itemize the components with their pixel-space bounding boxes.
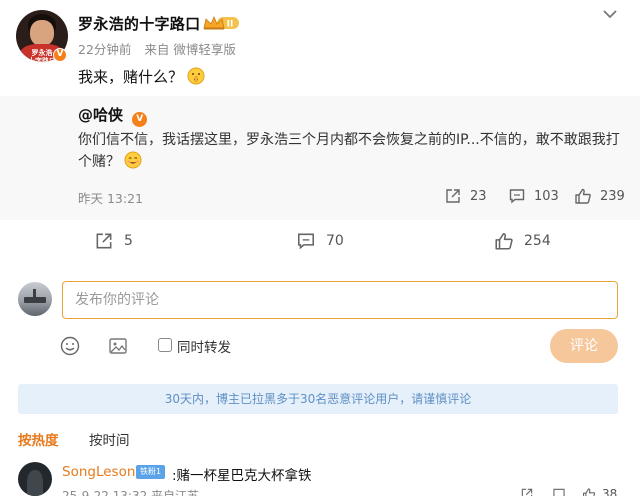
crown-badge-icon: II — [203, 15, 239, 31]
verified-badge-small: V — [132, 112, 148, 127]
comment-icon[interactable] — [552, 487, 566, 496]
fan-badge-label: 铁粉1 — [140, 467, 162, 476]
emoji-icon[interactable] — [60, 336, 80, 356]
post-time[interactable]: 22分钟前 — [78, 42, 131, 57]
post-source[interactable]: 来自 微博轻享版 — [144, 42, 235, 57]
comment-text: :赌一杯星巴克大杯拿铁 — [172, 468, 312, 484]
share-icon[interactable] — [520, 487, 534, 496]
chevron-down-icon[interactable] — [600, 6, 620, 22]
current-user-avatar[interactable] — [18, 282, 52, 316]
svg-text:II: II — [227, 20, 234, 30]
repost-checkbox[interactable] — [158, 338, 172, 352]
commenter-avatar[interactable] — [18, 462, 52, 496]
post-meta: 22分钟前 来自 微博轻享版 — [78, 39, 236, 58]
comment-icon — [509, 189, 525, 204]
like-count: 254 — [524, 233, 551, 249]
repost-author[interactable]: @哈侠 V — [78, 104, 148, 127]
repost-share-count: 23 — [470, 188, 487, 204]
repost-text: 你们信不信，我话摆这里，罗永浩三个月内都不会恢复之前的IP...不信的，敢不敢跟… — [78, 129, 626, 173]
thumbs-up-icon — [575, 188, 591, 204]
submit-comment-button[interactable]: 评论 — [550, 329, 618, 363]
repost-checkbox-label[interactable]: 同时转发 — [177, 336, 231, 356]
comment-count: 70 — [326, 233, 344, 249]
repost-comment-button[interactable]: 103 — [508, 186, 559, 206]
shush-emoji-icon — [187, 67, 205, 85]
share-icon — [96, 233, 112, 249]
comment-reply-actions: 38 — [520, 487, 617, 496]
comment-icon — [298, 233, 314, 250]
verified-badge: V — [53, 48, 67, 62]
repost-comment-count: 103 — [534, 188, 559, 204]
author-name[interactable]: 罗永浩的十字路口 — [78, 13, 200, 34]
commenter-name[interactable]: SongLeson — [62, 464, 135, 480]
comment-notice: 30天内，博主已拉黑多于30名恶意评论用户，请谨慎评论 — [18, 384, 618, 414]
share-button[interactable]: 5 — [94, 230, 133, 252]
repost-like-count: 239 — [600, 188, 625, 204]
repost-like-button[interactable]: 239 — [574, 186, 625, 206]
repost-time[interactable]: 昨天 13:21 — [78, 188, 143, 207]
repost-share-button[interactable]: 23 — [444, 186, 487, 206]
fan-badge: 铁粉1 — [136, 465, 166, 479]
post-text: 我来，赌什么？ — [78, 66, 205, 87]
comment-like-count: 38 — [602, 487, 618, 496]
sort-by-time-tab[interactable]: 按时间 — [89, 429, 130, 449]
thumbs-up-icon — [495, 233, 513, 250]
like-button[interactable]: 254 — [494, 230, 551, 252]
repost-author-name[interactable]: @哈侠 — [78, 106, 123, 124]
repost-text-content: 你们信不信，我话摆这里，罗永浩三个月内都不会恢复之前的IP...不信的，敢不敢跟… — [78, 132, 620, 170]
sort-by-hot-tab[interactable]: 按热度 — [18, 429, 59, 449]
comment-meta: 25-9-22 13:32 来自江苏 — [62, 489, 200, 496]
comment-input[interactable] — [62, 281, 618, 319]
post-text-content: 我来，赌什么？ — [78, 68, 184, 86]
image-icon[interactable] — [108, 336, 128, 356]
share-count: 5 — [124, 233, 133, 249]
thumbs-up-icon[interactable] — [582, 487, 596, 496]
comment-button[interactable]: 70 — [296, 230, 344, 252]
share-icon — [446, 189, 460, 203]
smile-emoji-icon — [124, 151, 142, 169]
